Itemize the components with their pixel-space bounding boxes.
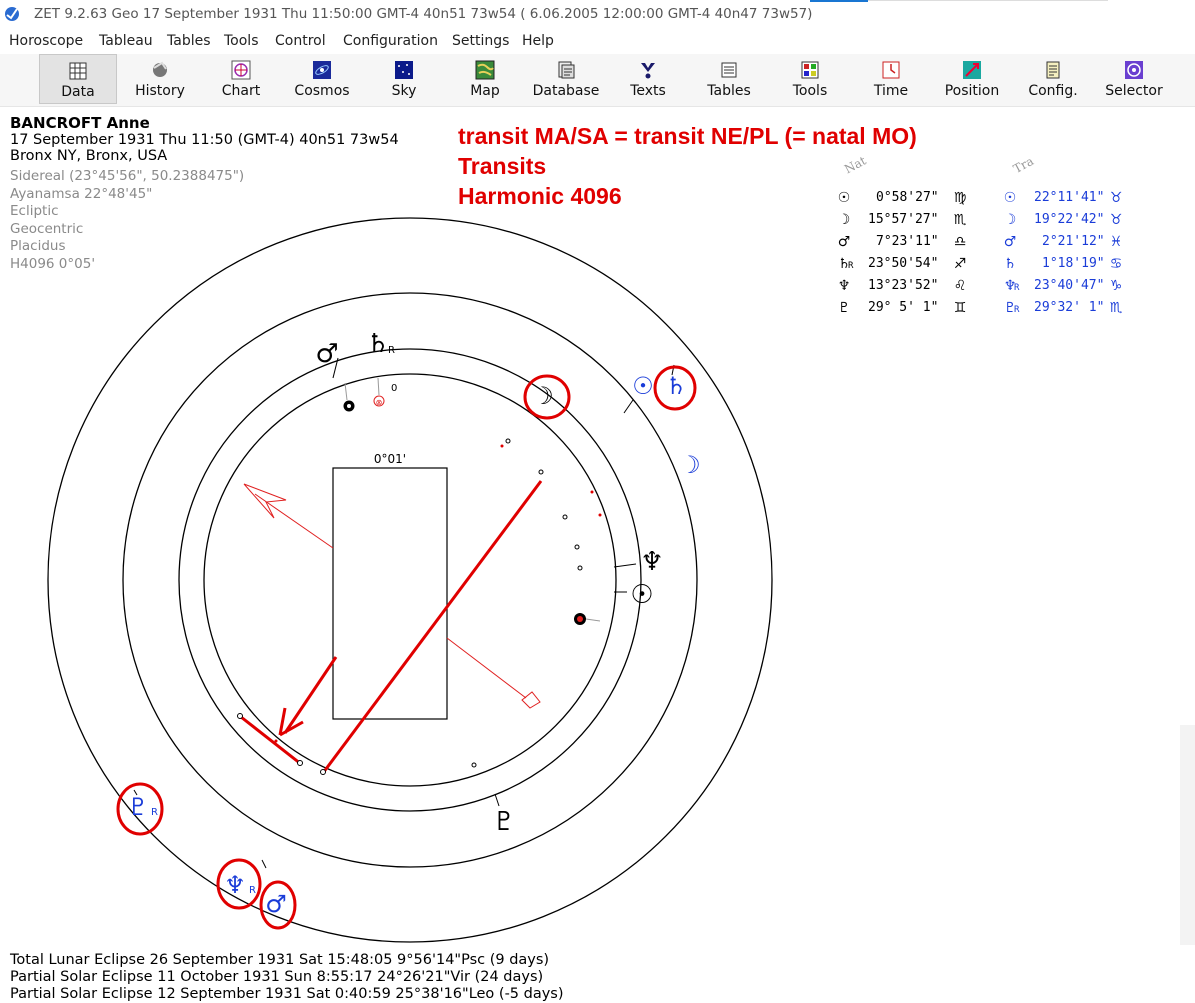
transit-moon-glyph: ☽ bbox=[679, 451, 701, 479]
natal-sun-glyph: ☉ bbox=[630, 580, 653, 610]
natal-mars-glyph: ♂ bbox=[315, 339, 338, 369]
natal-pluto-glyph: ♇ bbox=[492, 807, 515, 837]
natal-neptune-tick bbox=[613, 563, 637, 568]
saturn-leader-line bbox=[377, 377, 380, 396]
transit-sun-tick bbox=[623, 399, 634, 414]
natal-saturn-glyph: ♄ bbox=[366, 329, 389, 359]
natal-saturn-retro: R bbox=[388, 345, 395, 356]
eclipse-list: Total Lunar Eclipse 26 September 1931 Sa… bbox=[10, 952, 564, 1003]
transit-mars-tick bbox=[261, 859, 267, 869]
transit-saturn-glyph: ♄ bbox=[665, 372, 687, 400]
sun-leader-line bbox=[585, 618, 601, 622]
transit-pluto-retro: R bbox=[151, 807, 158, 818]
transit-mars-glyph: ♂ bbox=[265, 890, 287, 918]
eclipse-line-3: Partial Solar Eclipse 12 September 1931 … bbox=[10, 986, 564, 1002]
natal-sun-marker-center bbox=[577, 616, 583, 622]
vertical-scrollbar[interactable] bbox=[1180, 725, 1195, 945]
natal-moon-glyph: ☽ bbox=[532, 382, 554, 410]
transit-neptune-retro: R bbox=[249, 885, 256, 896]
eclipse-line-2: Partial Solar Eclipse 11 October 1931 Su… bbox=[10, 969, 544, 985]
mars-leader-line bbox=[344, 382, 348, 401]
transit-sun-glyph: ☉ bbox=[632, 372, 654, 400]
eclipse-line-1: Total Lunar Eclipse 26 September 1931 Sa… bbox=[10, 952, 550, 968]
transit-neptune-glyph: ♆ bbox=[224, 871, 246, 899]
natal-pluto-tick bbox=[494, 793, 500, 807]
zero-degree-label: 0 bbox=[391, 383, 397, 394]
harmonic-chart-wheel[interactable]: 0°01' ⊗ 0 ♂ ♄ R ☽ ♆ ☉ ♇ ☉ ♄ ☽ ♇ R ♆ R ♂ bbox=[0, 0, 1195, 1002]
transit-pluto-glyph: ♇ bbox=[127, 793, 149, 821]
axis-line-lower bbox=[446, 637, 527, 699]
natal-saturn-marker-glyph: ⊗ bbox=[376, 398, 383, 407]
annotation-arrow-shaft bbox=[283, 656, 338, 734]
axis-diamond-lower bbox=[521, 691, 541, 709]
orb-label: 0°01' bbox=[374, 452, 406, 466]
natal-mars-marker-center bbox=[347, 404, 351, 408]
natal-neptune-glyph: ♆ bbox=[640, 547, 663, 577]
